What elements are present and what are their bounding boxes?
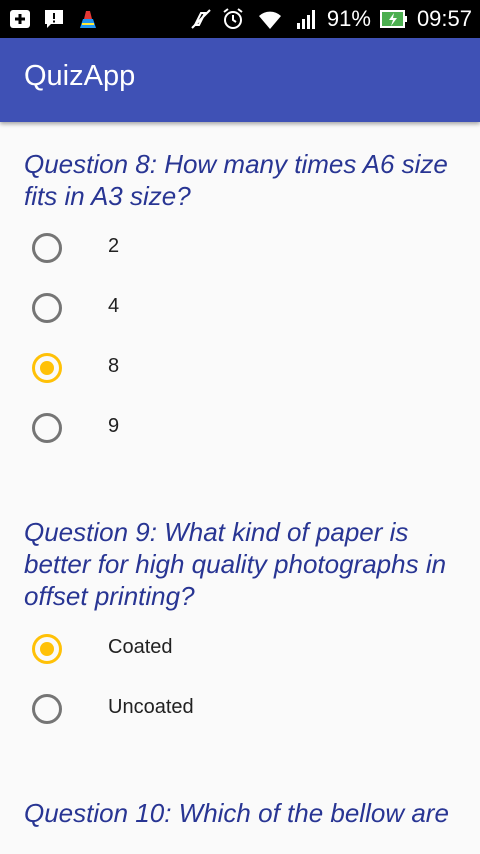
question-9-text: Question 9: What kind of paper is better… (24, 517, 447, 611)
option-label: Coated (108, 636, 173, 658)
notification-icons (8, 7, 100, 31)
status-bar: 91% 09:57 (0, 0, 480, 38)
q8-option-4[interactable]: 4 (0, 278, 480, 338)
option-label: 9 (108, 415, 120, 437)
app-bar: QuizApp (0, 38, 480, 122)
radio-button[interactable] (32, 293, 62, 323)
radio-button[interactable] (32, 694, 62, 724)
radio-button[interactable] (32, 413, 62, 443)
clock: 09:57 (416, 6, 472, 31)
add-box-icon (10, 10, 30, 28)
mute-icon (191, 9, 211, 29)
q9-option-coated[interactable]: Coated (0, 619, 480, 679)
option-label: Uncoated (108, 696, 194, 718)
radio-button-checked[interactable] (32, 634, 62, 664)
option-label: 8 (108, 355, 120, 377)
system-icons: 91% 09:57 (189, 0, 472, 38)
option-label: 2 (108, 235, 120, 257)
question-10-text: Question 10: Which of the bellow are (24, 798, 449, 828)
radio-button[interactable] (32, 233, 62, 263)
alarm-icon (223, 8, 243, 29)
alert-icon (45, 10, 63, 28)
option-label: 4 (108, 295, 120, 317)
radio-button-checked[interactable] (32, 353, 62, 383)
quiz-scroll-view[interactable]: Question 8: How many times A6 size fits … (0, 122, 480, 854)
app-title: QuizApp (24, 60, 136, 92)
q8-option-9[interactable]: 9 (0, 398, 480, 458)
cleaner-icon (80, 11, 96, 28)
signal-icon (296, 10, 315, 29)
battery-charging-icon (379, 10, 407, 28)
q8-option-8[interactable]: 8 (0, 338, 480, 398)
question-8-text: Question 8: How many times A6 size fits … (24, 149, 448, 211)
battery-percent: 91% (326, 6, 371, 31)
q8-option-2[interactable]: 2 (0, 218, 480, 278)
wifi-icon (258, 11, 281, 29)
q9-option-uncoated[interactable]: Uncoated (0, 679, 480, 739)
